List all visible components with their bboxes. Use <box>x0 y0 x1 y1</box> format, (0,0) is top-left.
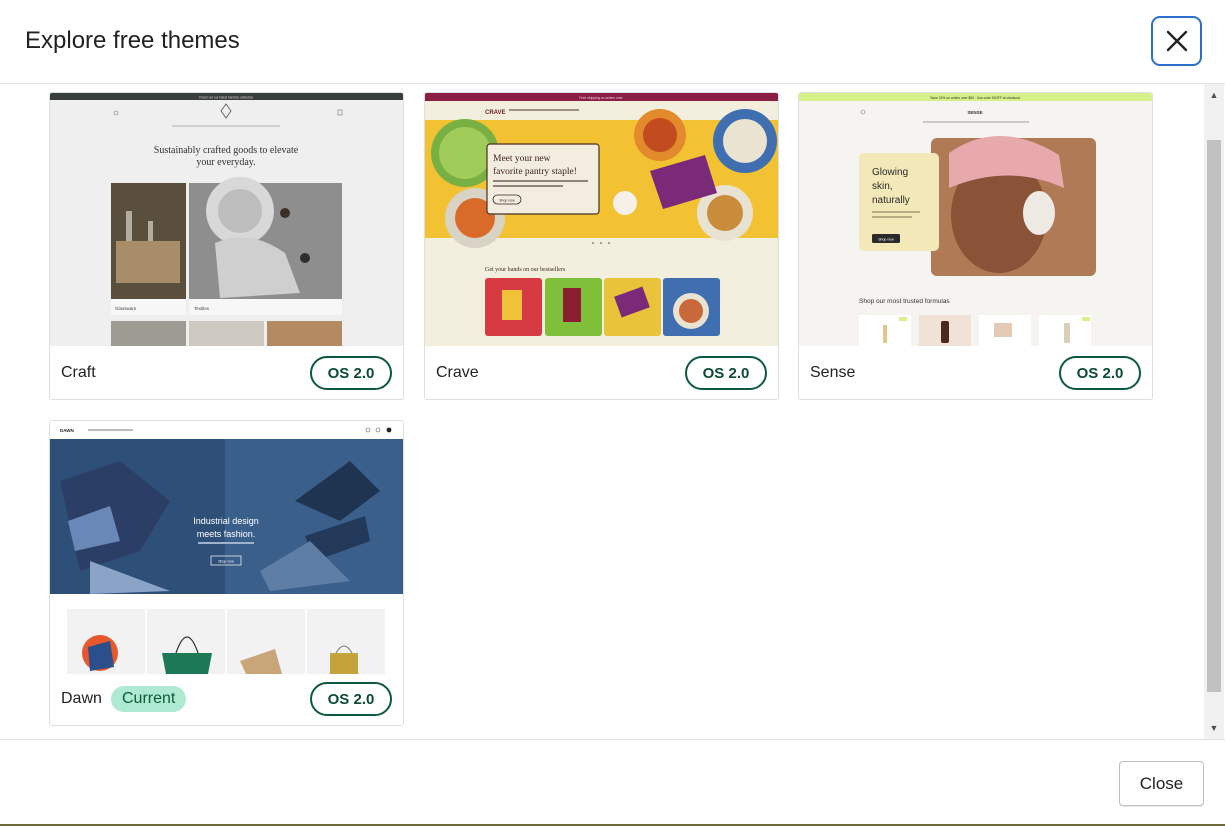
sense-section-title: Shop our most trusted formulas <box>859 298 950 305</box>
close-button[interactable]: Close <box>1119 761 1204 806</box>
crave-logo: CRAVE <box>485 110 506 116</box>
os-version-badge: OS 2.0 <box>310 356 392 390</box>
craft-tile-1: Glassware <box>115 306 137 311</box>
explore-themes-modal: Explore free themes Check out our latest… <box>0 0 1225 826</box>
scrollbar-thumb[interactable] <box>1207 140 1221 692</box>
theme-name: Craft <box>61 364 96 381</box>
theme-card-crave[interactable]: Free shipping on orders over CRAVE Meet … <box>424 92 779 400</box>
modal-header: Explore free themes <box>0 0 1225 84</box>
theme-name: Crave <box>436 364 479 381</box>
theme-preview-crave: Free shipping on orders over CRAVE Meet … <box>425 93 778 346</box>
os-version-badge: OS 2.0 <box>1059 356 1141 390</box>
crave-section-title: Get your hands on our bestsellers <box>485 267 566 273</box>
sense-hero-1: Glowing <box>872 167 908 178</box>
theme-card-craft[interactable]: Check out our latest handles collection … <box>49 92 404 400</box>
os-version-badge: OS 2.0 <box>310 682 392 716</box>
scroll-up-arrow-icon[interactable]: ▲ <box>1204 86 1224 104</box>
theme-name: Dawn <box>61 690 102 707</box>
theme-card-footer: Sense OS 2.0 <box>799 346 1152 399</box>
scrollbar[interactable]: ▲ ▼ <box>1204 84 1224 739</box>
theme-card-sense[interactable]: Save 15% on orders over $80 · Use code 1… <box>798 92 1153 400</box>
scroll-down-arrow-icon[interactable]: ▼ <box>1204 719 1224 737</box>
craft-banner-text: Check out our latest handles collection <box>199 96 254 100</box>
theme-card-footer: Dawn Current OS 2.0 <box>50 672 403 725</box>
current-theme-badge: Current <box>111 686 187 712</box>
theme-preview-sense: Save 15% on orders over $80 · Use code 1… <box>799 93 1152 346</box>
crave-hero-btn: Shop now <box>499 199 515 203</box>
modal-title: Explore free themes <box>25 27 240 54</box>
theme-name: Sense <box>810 364 856 381</box>
modal-footer: Close <box>0 739 1225 826</box>
themes-grid: Check out our latest handles collection … <box>0 84 1225 739</box>
sense-hero-3: naturally <box>872 195 910 206</box>
theme-preview-craft: Check out our latest handles collection … <box>50 93 403 346</box>
os-version-badge: OS 2.0 <box>685 356 767 390</box>
theme-card-footer: Crave OS 2.0 <box>425 346 778 399</box>
dawn-logo: DAWN <box>60 428 74 433</box>
close-modal-button[interactable] <box>1151 16 1202 66</box>
theme-card-dawn[interactable]: DAWN Industrial design meets fashion. Sh… <box>49 420 404 726</box>
theme-preview-dawn: DAWN Industrial design meets fashion. Sh… <box>50 421 403 674</box>
sense-logo: SENSE <box>967 110 982 115</box>
dawn-hero-1: Industrial design <box>193 516 259 526</box>
close-icon <box>1166 30 1187 52</box>
crave-hero-1: Meet your new <box>493 154 551 164</box>
sense-banner-text: Save 15% on orders over $80 · Use code 1… <box>930 96 1020 100</box>
crave-banner-text: Free shipping on orders over <box>579 96 623 100</box>
sense-hero-2: skin, <box>872 181 893 192</box>
craft-headline-2: your everyday. <box>196 157 255 168</box>
dawn-hero-2: meets fashion. <box>197 529 256 539</box>
crave-hero-2: favorite pantry staple! <box>493 166 577 177</box>
craft-headline-1: Sustainably crafted goods to elevate <box>154 145 299 156</box>
theme-card-footer: Craft OS 2.0 <box>50 346 403 399</box>
sense-hero-btn: Shop now <box>878 238 894 242</box>
dawn-hero-btn: Shop now <box>218 560 234 564</box>
craft-tile-2: Textiles <box>194 306 210 311</box>
